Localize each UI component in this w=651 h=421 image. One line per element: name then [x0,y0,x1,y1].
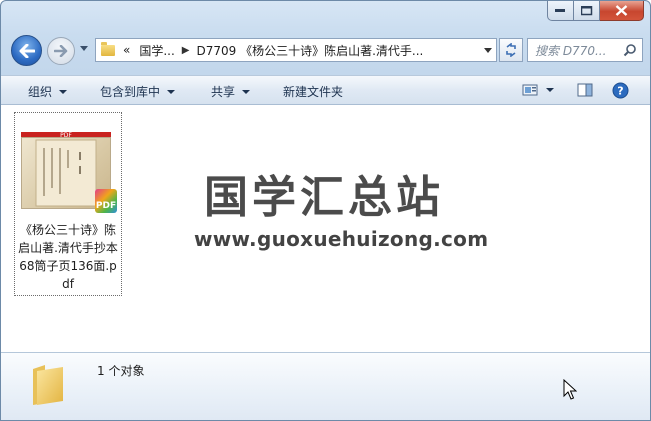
recent-pages-dropdown[interactable] [80,46,88,51]
back-button[interactable] [11,35,42,66]
share-label: 共享 [211,85,236,99]
chevron-down-icon [242,89,251,94]
search-icon[interactable] [621,41,639,59]
refresh-icon [506,43,516,57]
svg-text:?: ? [617,85,623,98]
minimize-button[interactable] [547,1,574,21]
watermark-title: 国学汇总站 [204,172,444,223]
navigation-row: « 国学... ▶ D7709 《杨公三十诗》陈启山著.清代手... 搜索 D7… [1,31,650,69]
file-name[interactable]: 《杨公三十诗》陈启山著.清代手抄本68筒子页136面.pdf [16,221,120,293]
address-bar[interactable]: « 国学... ▶ D7709 《杨公三十诗》陈启山著.清代手... [95,38,497,62]
forward-arrow-icon [54,45,68,57]
command-bar: 组织 包含到库中 共享 新建文件夹 ? [1,75,650,105]
share-button[interactable]: 共享 [211,83,251,100]
organize-button[interactable]: 组织 [28,83,68,100]
folder-icon [101,41,115,56]
minimize-icon [555,8,565,12]
selection-count: 1 个对象 [97,364,145,378]
folder-icon [31,363,65,407]
file-item[interactable]: PDF PDF 《杨公三十诗》陈启山著.清代手抄本68筒子页136面.pdf [14,112,122,296]
details-pane: 1 个对象 [1,352,650,420]
refresh-button[interactable] [499,38,523,62]
explorer-window: « 国学... ▶ D7709 《杨公三十诗》陈启山著.清代手... 搜索 D7… [0,0,651,421]
caption-buttons [547,1,644,21]
back-arrow-icon [19,43,35,58]
chevron-down-icon [167,89,176,94]
maximize-icon [580,5,592,15]
forward-button[interactable] [47,37,75,65]
chevron-right-icon[interactable]: ▶ [182,45,190,56]
maximize-button[interactable] [574,1,600,21]
address-dropdown-arrow[interactable] [484,48,492,53]
new-folder-button[interactable]: 新建文件夹 [283,83,343,100]
search-placeholder[interactable]: 搜索 D770... [535,42,621,59]
chevron-down-icon [59,89,68,94]
breadcrumb-overflow[interactable]: « [123,43,130,57]
preview-pane-icon [577,83,593,97]
include-in-library-button[interactable]: 包含到库中 [100,83,176,100]
file-list-area[interactable]: PDF PDF 《杨公三十诗》陈启山著.清代手抄本68筒子页136面.pdf 国… [1,105,650,352]
new-folder-label: 新建文件夹 [283,85,344,99]
cursor-icon [563,378,578,404]
breadcrumb-item[interactable]: D7709 《杨公三十诗》陈启山著.清代手... [197,42,424,59]
help-button[interactable]: ? [612,82,629,102]
organize-label: 组织 [28,85,53,99]
preview-pane-button[interactable] [577,82,593,101]
watermark-url: www.guoxuehuizong.com [194,227,489,251]
breadcrumb-item[interactable]: 国学... [139,42,174,59]
close-icon [615,5,628,16]
views-button[interactable] [522,82,558,101]
pdf-icon: PDF [95,189,117,213]
views-icon [522,84,554,96]
close-button[interactable] [600,1,644,21]
search-box[interactable]: 搜索 D770... [527,38,643,62]
include-in-library-label: 包含到库中 [100,85,161,99]
help-icon: ? [612,82,629,99]
